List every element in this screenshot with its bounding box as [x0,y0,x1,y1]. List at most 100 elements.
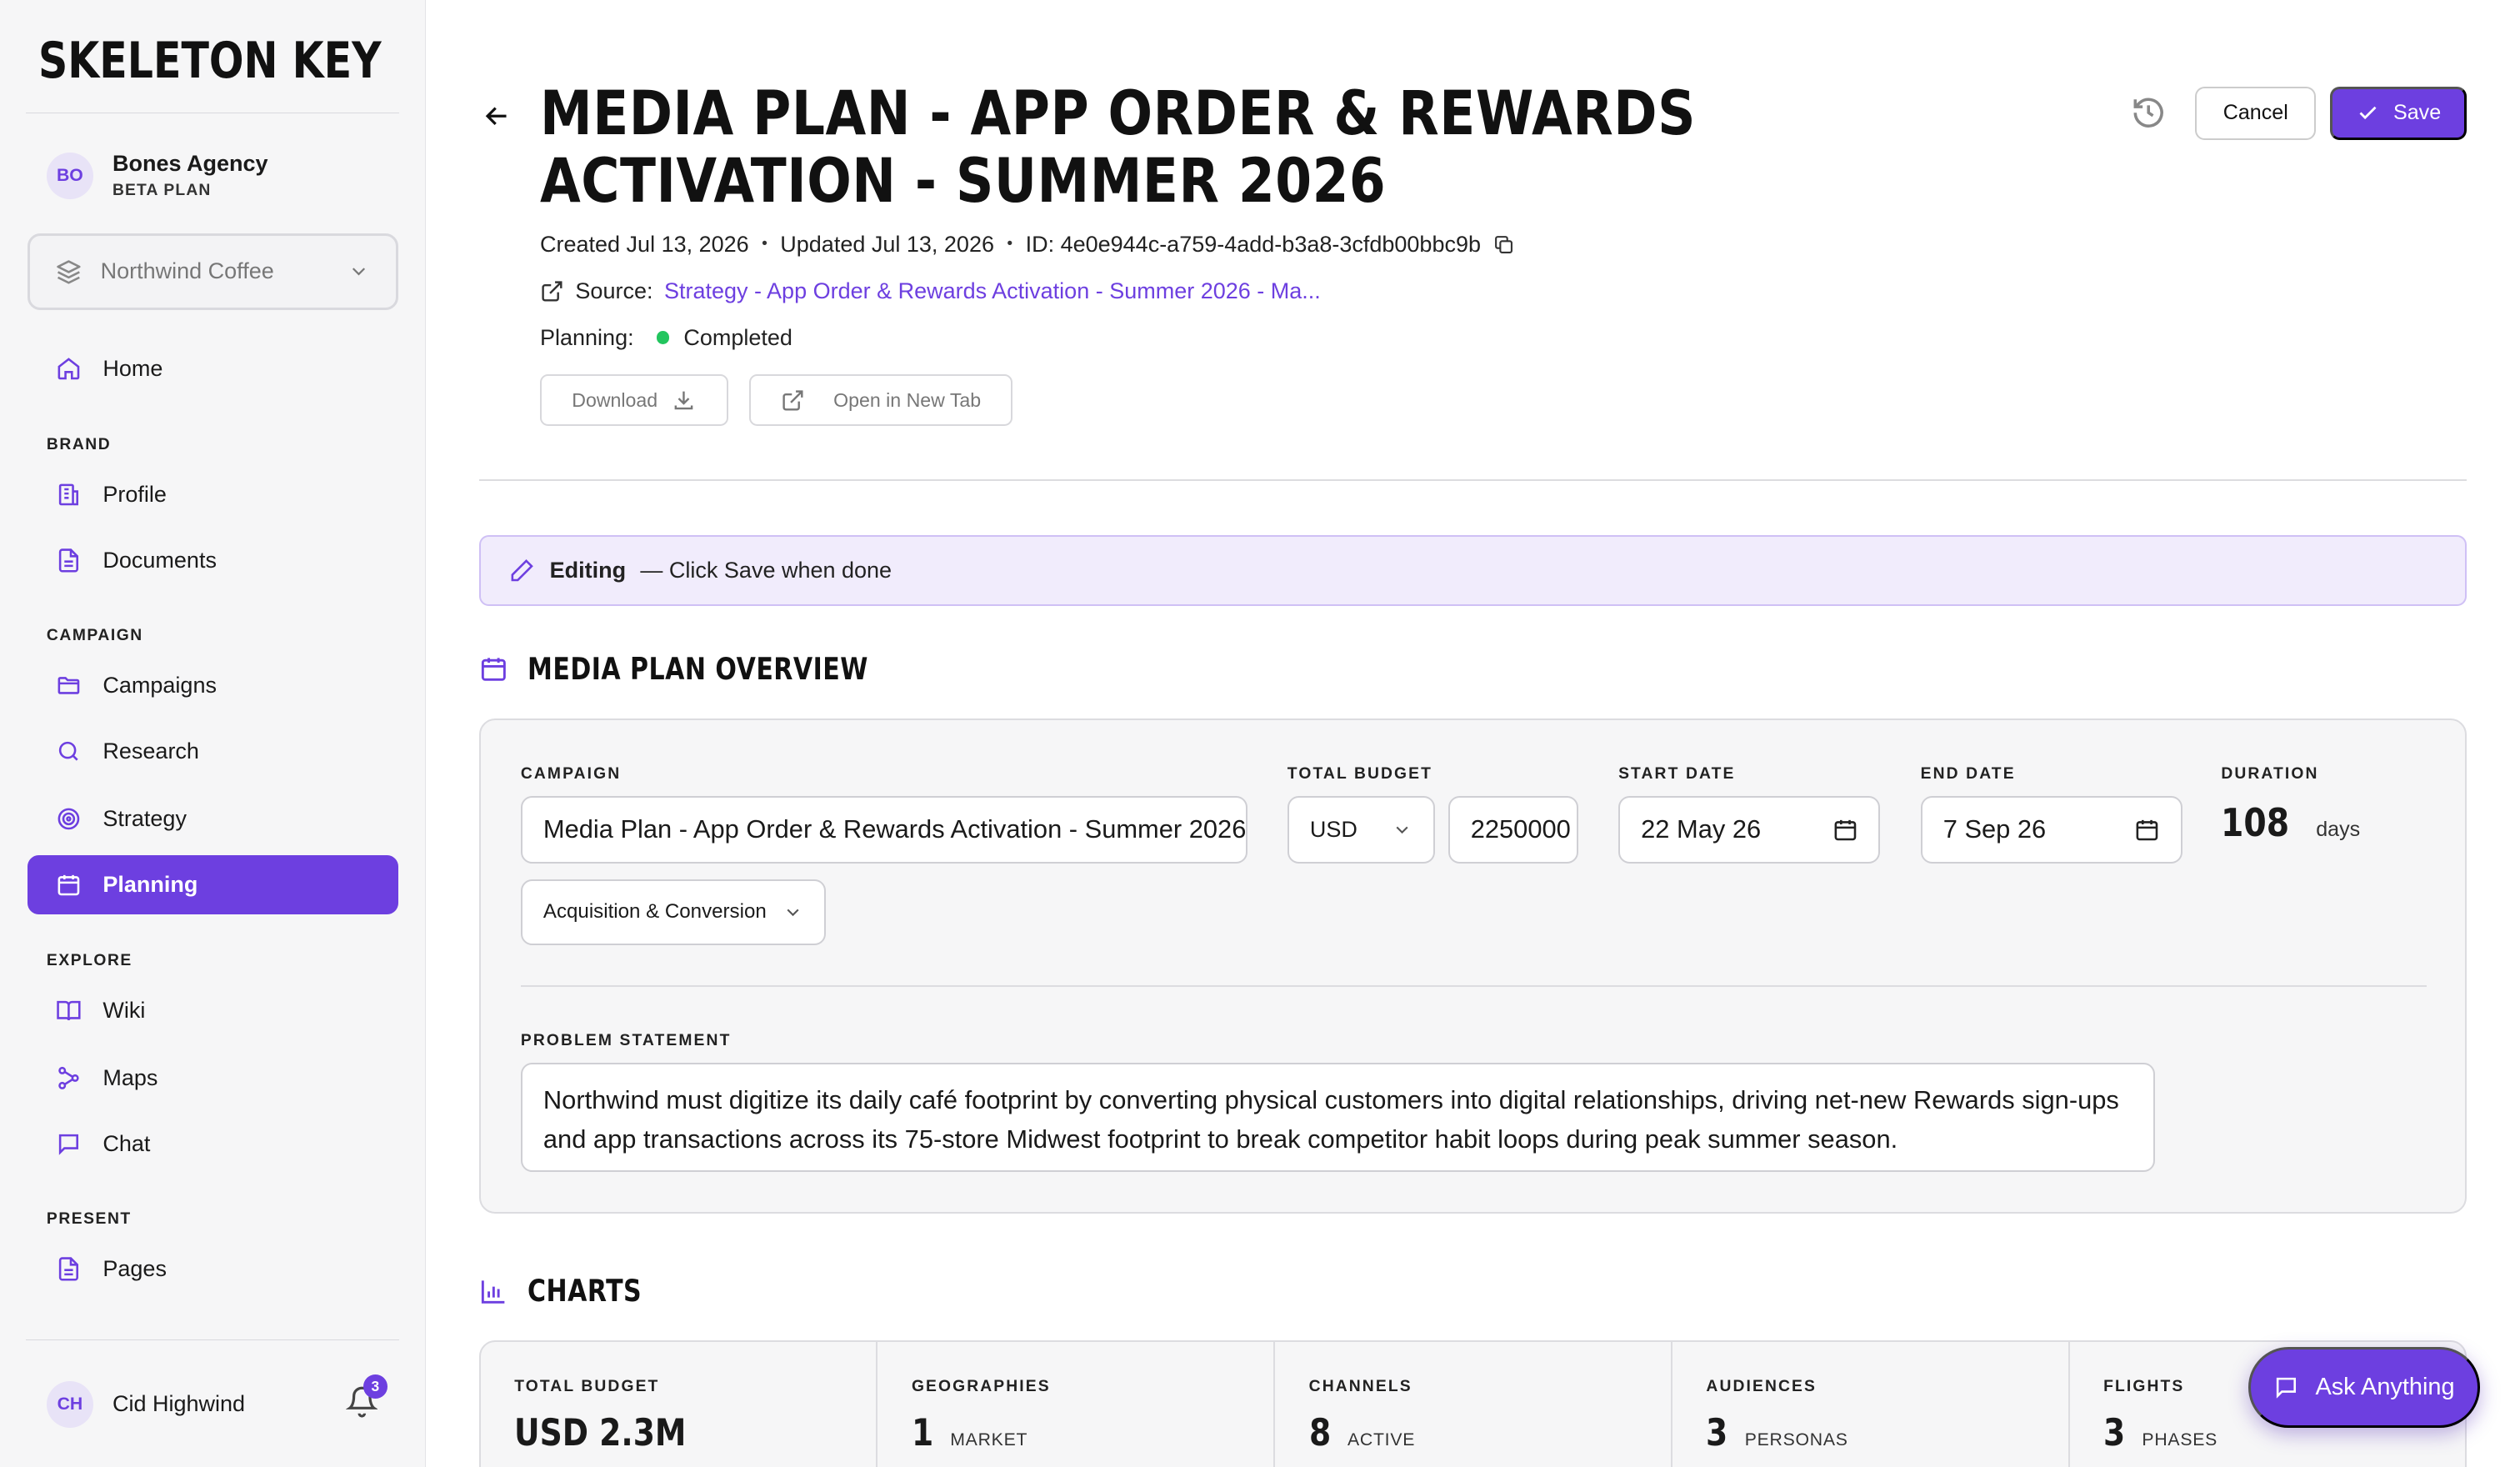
nav-home[interactable]: Home [28,339,399,398]
created-date: Created Jul 13, 2026 [540,231,749,257]
calendar-icon [56,872,82,898]
save-button[interactable]: Save [2330,87,2468,140]
stat-value: 3 [1706,1412,1728,1455]
nav-research[interactable]: Research [28,722,399,781]
home-icon [56,356,82,382]
nav-profile-label: Profile [102,481,167,507]
app-logo[interactable]: SKELETON KEY [38,33,382,90]
chevron-down-icon [1392,819,1412,840]
charts-heading: CHARTS [479,1273,667,1309]
message-square-icon [2273,1374,2299,1400]
calendar-icon[interactable] [2134,817,2160,843]
sidebar-footer-divider [25,1339,400,1340]
overview-title: MEDIA PLAN OVERVIEW [527,651,868,688]
calendar-icon[interactable] [1832,817,1858,843]
page-title: MEDIA PLAN - APP ORDER & REWARDS ACTIVAT… [540,78,1696,218]
user-menu[interactable]: CH Cid Highwind [46,1380,245,1428]
campaign-name-input[interactable]: Media Plan - App Order & Rewards Activat… [520,795,1248,864]
agency-switcher[interactable]: BO Bones Agency BETA PLAN [46,151,268,200]
stat-label: CHANNELS [1308,1377,1412,1395]
nav-strategy[interactable]: Strategy [28,789,399,849]
pencil-icon [509,558,535,583]
open-tab-label: Open in New Tab [833,388,982,411]
check-icon [2357,102,2379,124]
external-link-icon [781,388,805,413]
stat-unit: PHASES [2142,1430,2218,1450]
planning-status: Completed [683,324,792,350]
stat-label: AUDIENCES [1706,1377,1817,1395]
editing-banner: Editing — Click Save when done [478,535,2468,607]
brand-select[interactable]: Northwind Coffee [27,233,399,311]
stat-unit: MARKET [950,1430,1028,1450]
ask-anything-button[interactable]: Ask Anything [2248,1347,2480,1428]
cancel-button[interactable]: Cancel [2195,87,2317,140]
header-divider [478,478,2468,481]
agency-plan: BETA PLAN [112,182,212,200]
history-icon[interactable] [2131,95,2166,130]
nav-section-explore: EXPLORE [46,951,132,969]
chevron-down-icon [782,902,803,923]
nav-section-present: PRESENT [46,1210,132,1229]
stat-value: USD 2.3M [514,1412,687,1455]
nav-documents-label: Documents [102,547,217,573]
open-in-new-tab-button[interactable]: Open in New Tab [748,374,1012,427]
problem-statement-textarea[interactable]: Northwind must digitize its daily café f… [520,1062,2156,1172]
stat-value: 8 [1308,1412,1331,1455]
download-button[interactable]: Download [540,374,728,427]
bar-chart-icon [479,1277,508,1306]
copy-icon[interactable] [1493,234,1514,255]
overview-divider [520,985,2428,988]
budget-amount-input[interactable]: 2250000 [1448,795,1578,864]
start-date-input[interactable]: 22 May 26 [1618,795,1881,864]
problem-statement-label: PROBLEM STATEMENT [520,1032,732,1050]
meta-row: Created Jul 13, 2026 • Updated Jul 13, 2… [540,232,1514,258]
start-date-value: 22 May 26 [1641,814,1762,844]
network-icon [56,1065,82,1091]
main-content: MEDIA PLAN - APP ORDER & REWARDS ACTIVAT… [428,0,2520,1467]
sidebar: SKELETON KEY BO Bones Agency BETA PLAN N… [0,0,427,1467]
file-text-icon [56,548,82,573]
duration-label: DURATION [2221,765,2319,783]
target-icon [56,806,82,832]
nav-planning-label: Planning [102,872,198,898]
objective-value: Acquisition & Conversion [542,900,767,924]
planning-label: Planning: [540,324,634,350]
currency-select[interactable]: USD [1287,795,1436,864]
editing-label: Editing [549,558,627,583]
file-text-icon [56,1256,82,1282]
external-link-icon [540,279,564,303]
book-open-icon [56,998,82,1024]
nav-wiki[interactable]: Wiki [28,980,399,1039]
nav-profile[interactable]: Profile [28,464,399,523]
nav-strategy-label: Strategy [102,806,187,832]
nav-campaigns[interactable]: Campaigns [28,656,399,715]
stat-audiences: AUDIENCES 3 PERSONAS [1672,1342,2070,1467]
nav-pages-label: Pages [102,1256,167,1282]
updated-date: Updated Jul 13, 2026 [780,231,994,257]
nav-research-label: Research [102,739,199,764]
layers-icon [56,259,82,285]
back-arrow-icon[interactable] [481,100,513,133]
nav-pages[interactable]: Pages [28,1239,399,1299]
notification-badge: 3 [362,1374,388,1399]
nav-section-brand: BRAND [46,435,112,453]
ask-anything-label: Ask Anything [2315,1373,2455,1400]
stat-value: 1 [911,1412,934,1455]
chevron-down-icon [348,260,370,283]
end-date-input[interactable]: 7 Sep 26 [1920,795,2183,864]
message-square-icon [56,1131,82,1157]
nav-home-label: Home [102,356,163,382]
building-icon [56,482,82,508]
stat-geographies: GEOGRAPHIES 1 MARKET [878,1342,1276,1467]
nav-chat[interactable]: Chat [28,1114,399,1174]
nav-planning[interactable]: Planning [27,855,399,915]
save-button-label: Save [2393,101,2442,125]
duration-display: 108 days [2221,800,2360,845]
nav-maps[interactable]: Maps [28,1048,399,1107]
source-link[interactable]: Strategy - App Order & Rewards Activatio… [664,278,1321,304]
stat-total-budget: TOTAL BUDGET USD 2.3M [481,1342,878,1467]
nav-documents[interactable]: Documents [28,530,399,589]
objective-select[interactable]: Acquisition & Conversion [520,879,827,945]
total-budget-label: TOTAL BUDGET [1287,765,1433,783]
budget-amount-value: 2250000 [1470,814,1571,844]
